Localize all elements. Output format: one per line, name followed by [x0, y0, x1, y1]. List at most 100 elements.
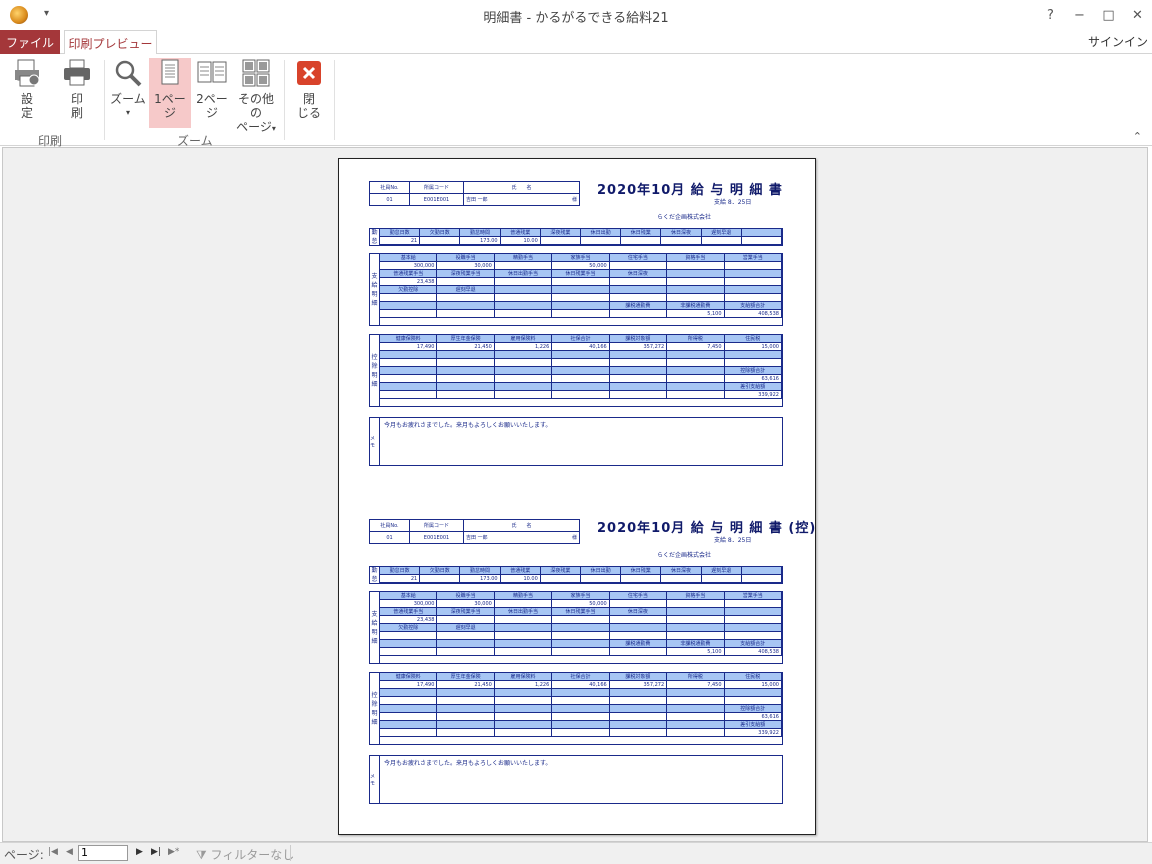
tab-print-preview[interactable]: 印刷プレビュー — [64, 30, 157, 55]
company-name: らくだ企画株式会社 — [657, 214, 712, 221]
page-setup-button[interactable]: 設 定 — [8, 58, 46, 128]
table-header-cell — [667, 624, 725, 632]
collapse-ribbon-icon[interactable]: ⌃ — [1133, 130, 1142, 143]
employee-header-table: 社員No. 所属コード氏 名 01 E001E001 吉田 一郎様 — [369, 181, 580, 206]
table-header-cell: 健康保険料 — [380, 335, 438, 343]
table-cell — [494, 375, 553, 383]
table-header-cell — [667, 608, 725, 616]
other-pages-button[interactable]: その他の ページ▾ — [233, 58, 279, 134]
preview-page: 社員No. 所属コード氏 名 01 E001E001 吉田 一郎様 2020年10月 給 … — [338, 158, 816, 835]
print-button[interactable]: 印 刷 — [58, 58, 96, 128]
one-page-button[interactable]: 1ペー ジ — [149, 58, 191, 128]
table-header-cell: 所得税 — [667, 673, 725, 681]
table-cell — [667, 359, 725, 367]
table-header-cell: 普通残業手当 — [380, 270, 438, 278]
table-cell — [552, 697, 610, 705]
table-cell: 21 — [380, 575, 421, 583]
title-bar: ▾ 明細書 - かるがるできる給料21 ? − □ ✕ — [0, 0, 1152, 30]
filter-icon: ⧩ — [196, 848, 207, 862]
table-header-cell — [552, 705, 610, 713]
multi-page-icon — [241, 58, 271, 88]
table-header-cell — [437, 383, 495, 391]
page-number-input[interactable]: 1 — [78, 845, 128, 861]
table-cell — [380, 359, 438, 367]
table-header-cell: 雇用保険料 — [494, 335, 553, 343]
table-cell: 339,922 — [724, 729, 782, 737]
table-cell — [380, 391, 438, 399]
table-header-cell: 住宅手当 — [609, 254, 668, 262]
table-header-cell — [380, 705, 438, 713]
table-cell: 300,000 — [380, 262, 438, 270]
table-header-cell — [609, 689, 668, 697]
memo-text: 今月もお疲れさまでした。来月もよろしくお願いいたします。 — [384, 760, 552, 767]
table-cell: 15,000 — [724, 343, 782, 351]
two-page-button[interactable]: 2ペー ジ — [193, 58, 231, 128]
table-cell — [724, 359, 782, 367]
table-cell — [437, 278, 495, 286]
table-cell — [552, 278, 610, 286]
deduction-section: 控除明細健康保険料 厚生年金保険 雇用保険料 社保合計 課税対象額 所得税 住民税 17,49… — [369, 672, 783, 745]
tab-file[interactable]: ファイル — [0, 30, 60, 54]
memo-box: メモ 今月もお疲れさまでした。来月もよろしくお願いいたします。 — [369, 417, 783, 466]
sign-in-link[interactable]: サインイン — [1088, 33, 1148, 50]
table-cell — [552, 729, 610, 737]
table-cell — [661, 575, 702, 583]
filter-status[interactable]: ⧩ フィルターなし — [196, 846, 294, 863]
company-name: らくだ企画株式会社 — [657, 552, 712, 559]
table-header-cell — [380, 689, 438, 697]
table-header-cell — [667, 383, 725, 391]
table-cell — [380, 729, 438, 737]
table-header-cell: 課税対象額 — [609, 335, 668, 343]
table-header-cell — [494, 721, 553, 729]
table-header-cell: 課税通勤費 — [609, 640, 668, 648]
table-cell: 5,100 — [667, 310, 725, 318]
close-preview-button[interactable]: 閉 じる — [290, 58, 328, 128]
maximize-button[interactable]: □ — [1094, 0, 1123, 30]
printer-icon — [62, 58, 92, 88]
attendance-side-label: 勤怠 — [370, 567, 380, 583]
table-header-cell: 勤怠時間 — [460, 567, 501, 575]
table-cell: 21,450 — [437, 681, 495, 689]
table-cell — [437, 391, 495, 399]
attendance-section: 勤怠勤怠日数 欠勤日数 勤怠時間 普通残業 深夜残業 休日出勤 休日残業 休日深夜 遅刻早退 21… — [369, 228, 783, 246]
table-cell — [494, 262, 553, 270]
table-cell — [667, 262, 725, 270]
table-cell: 21,450 — [437, 343, 495, 351]
table-cell — [701, 237, 742, 245]
table-cell — [609, 713, 668, 721]
table-cell — [437, 359, 495, 367]
last-page-icon[interactable]: ▶| — [151, 847, 161, 857]
payment-section: 支給明細基本給 役職手当 精勤手当 家族手当 住宅手当 資格手当 営業手当 300,000 30… — [369, 253, 783, 326]
table-header-cell — [667, 367, 725, 375]
close-window-button[interactable]: ✕ — [1123, 0, 1152, 30]
next-page-icon[interactable]: ▶ — [136, 847, 143, 857]
table-header-cell: 営業手当 — [724, 254, 782, 262]
table-cell: 40,166 — [552, 343, 610, 351]
table-cell — [552, 294, 610, 302]
preview-workspace[interactable]: 社員No. 所属コード氏 名 01 E001E001 吉田 一郎様 2020年10月 給 … — [2, 147, 1148, 842]
table-header-cell: 家族手当 — [552, 592, 610, 600]
table-cell — [609, 616, 668, 624]
table-header-cell: 住民税 — [724, 335, 782, 343]
previous-page-icon[interactable]: ◀ — [66, 847, 73, 857]
chevron-down-icon: ▾ — [271, 124, 276, 133]
table-cell — [437, 632, 495, 640]
table-header-cell — [552, 302, 610, 310]
table-cell: 40,166 — [552, 681, 610, 689]
table-header-cell: 休日出勤 — [581, 567, 622, 575]
table-header-cell — [724, 351, 782, 359]
single-page-icon — [155, 58, 185, 88]
memo-text: 今月もお疲れさまでした。来月もよろしくお願いいたします。 — [384, 422, 552, 429]
table-header-cell: 控除額合計 — [724, 705, 782, 713]
table-cell — [609, 262, 668, 270]
new-record-icon: ▶* — [168, 847, 180, 857]
help-button[interactable]: ? — [1036, 0, 1065, 30]
table-cell — [437, 294, 495, 302]
table-header-cell — [380, 383, 438, 391]
table-header-cell — [437, 689, 495, 697]
ribbon: 設 定 印 刷 印刷 ズーム ▾ 1ペー ジ 2ペー ジ その他の ページ▾ ズ… — [0, 54, 1152, 148]
zoom-button[interactable]: ズーム ▾ — [108, 58, 148, 128]
minimize-button[interactable]: − — [1065, 0, 1094, 30]
first-page-icon[interactable]: |◀ — [48, 847, 58, 857]
table-cell: 23,438 — [380, 616, 438, 624]
